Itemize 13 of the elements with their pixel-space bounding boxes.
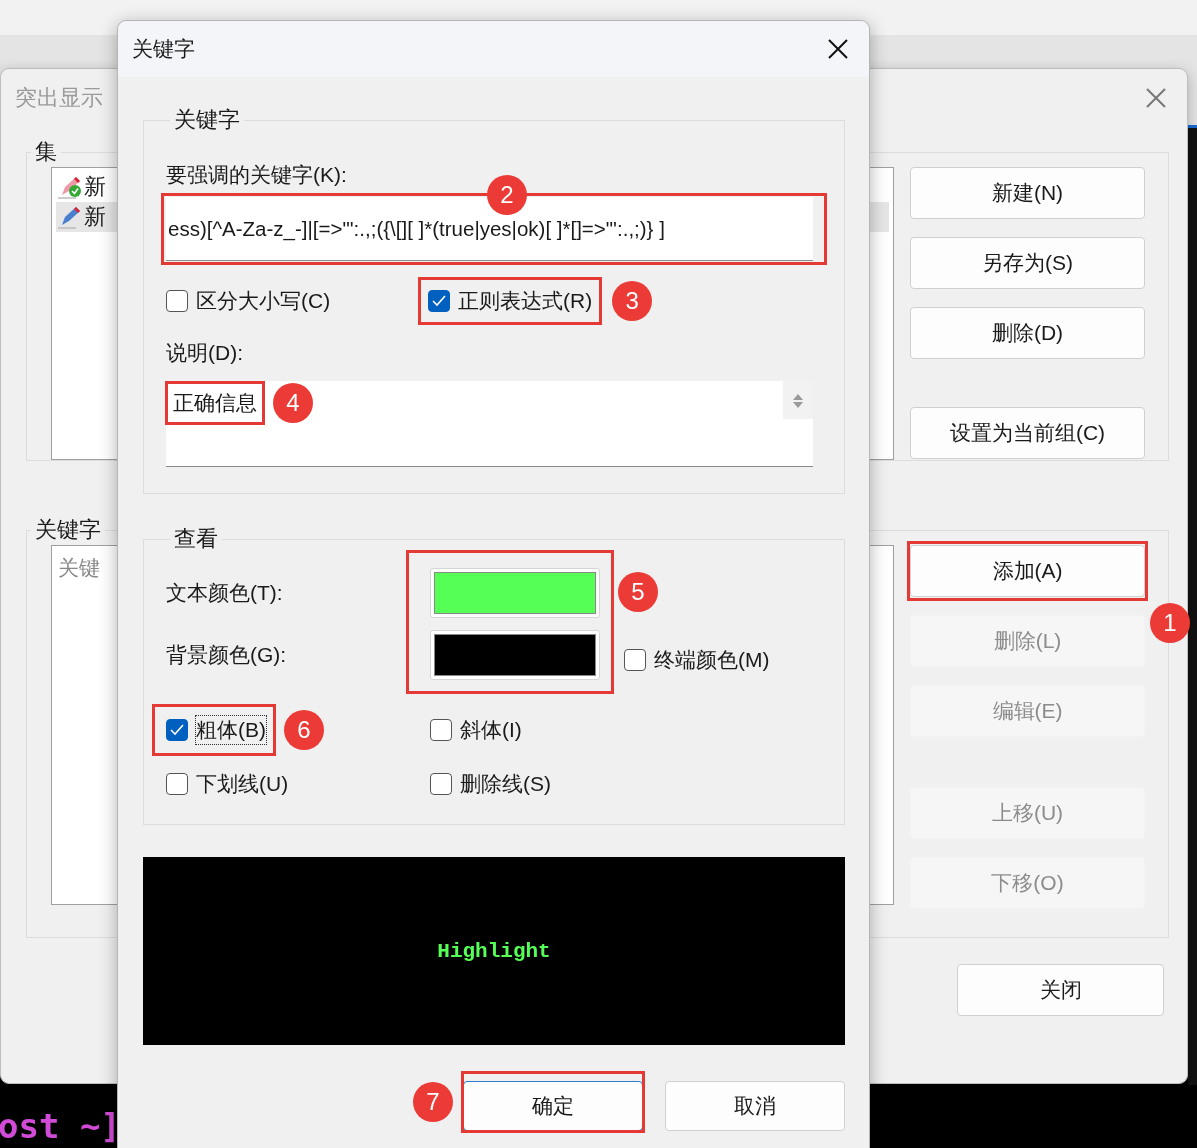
- field-label: 文本颜色(T):: [166, 580, 284, 606]
- field-label: 背景颜色(G):: [166, 642, 288, 668]
- group-label: 关键字: [174, 107, 240, 132]
- list-text: 关键: [58, 555, 100, 581]
- window-title: 关键字: [132, 36, 195, 62]
- group-label: 关键字: [35, 517, 101, 542]
- terminal-text: ost ~]: [0, 1105, 121, 1148]
- group-label: 查看: [174, 526, 218, 551]
- group-label: 集: [35, 139, 57, 164]
- preview-text: Highlight: [437, 939, 551, 963]
- window-title: 突出显示: [15, 84, 103, 112]
- field-label: 要强调的关键字(K):: [166, 162, 348, 188]
- field-label: 说明(D):: [166, 340, 244, 366]
